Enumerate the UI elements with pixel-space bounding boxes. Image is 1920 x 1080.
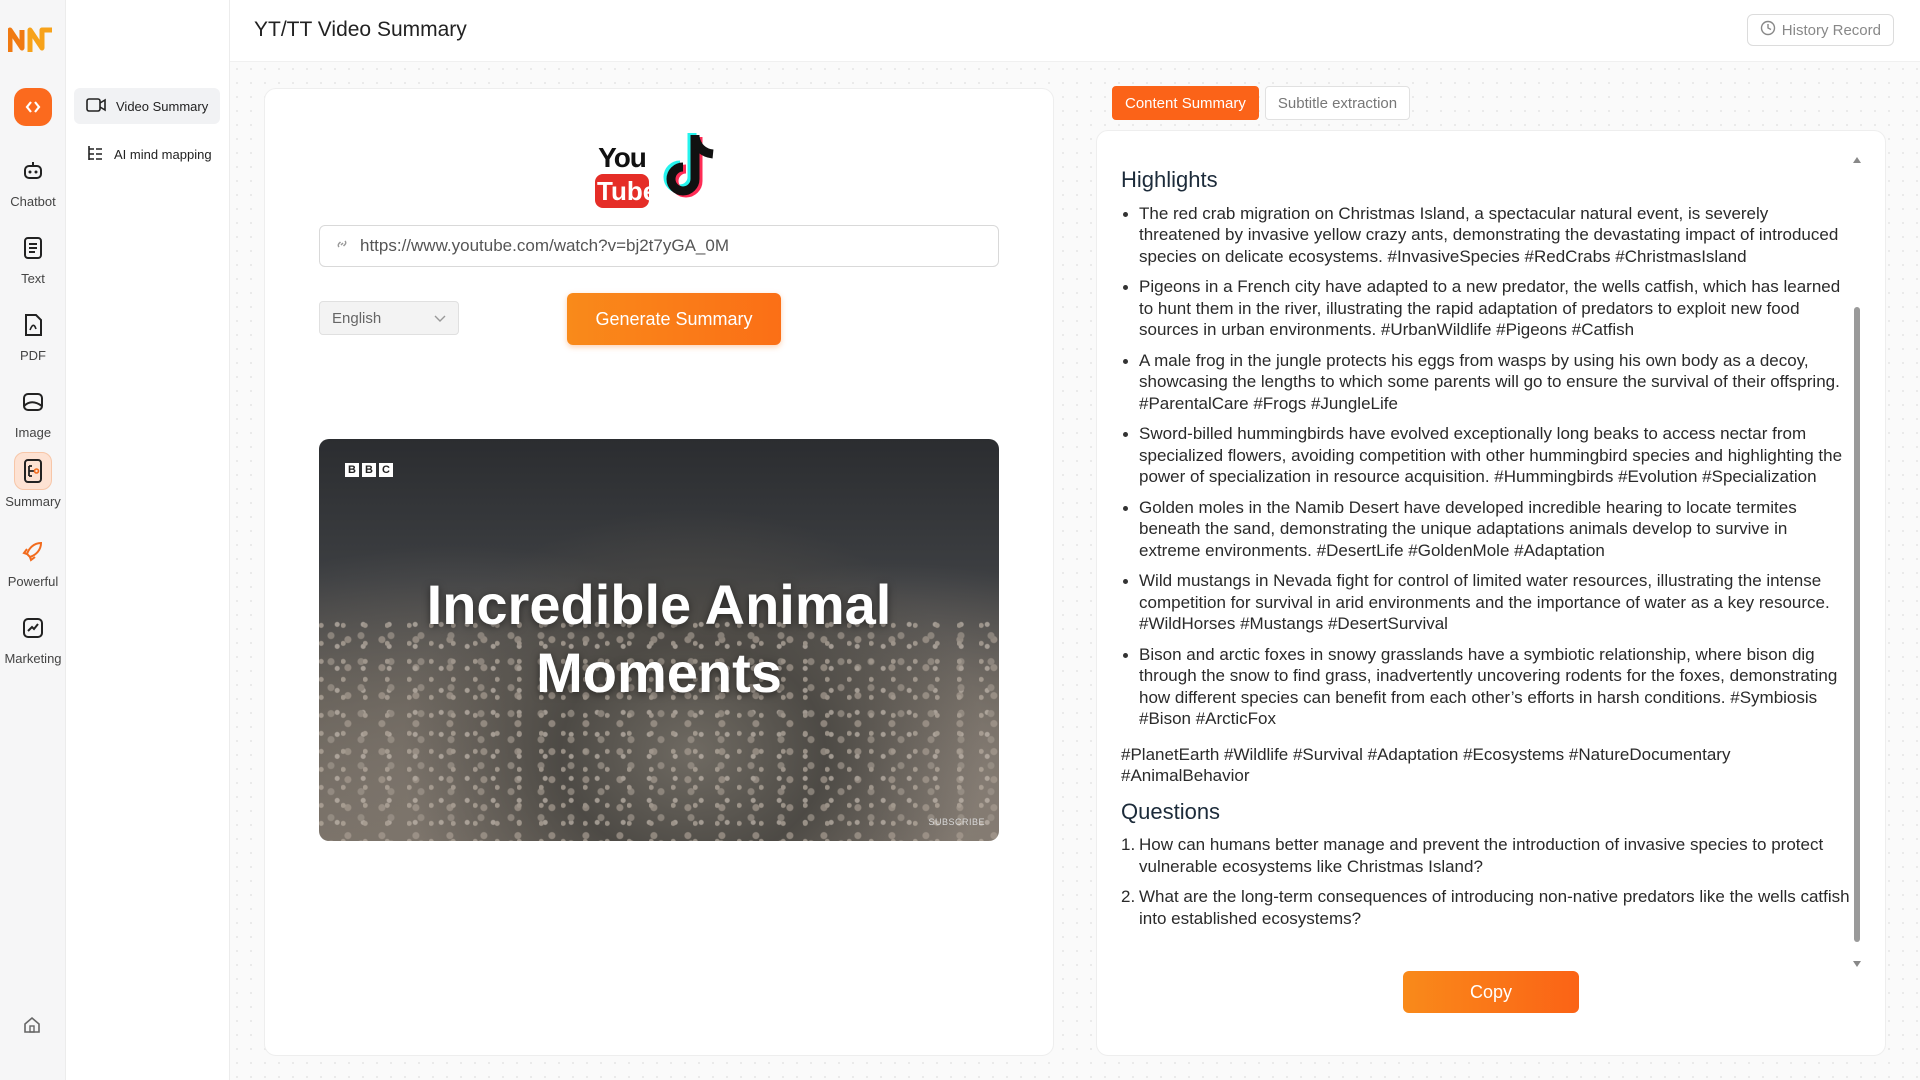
questions-list: 1. How can humans better manage and prev…	[1121, 834, 1851, 929]
copy-button[interactable]: Copy	[1403, 971, 1579, 1013]
document-icon	[14, 229, 52, 267]
highlights-list: The red crab migration on Christmas Isla…	[1121, 203, 1851, 730]
video-title: Incredible Animal Moments	[426, 573, 892, 704]
clock-icon	[1760, 20, 1776, 40]
list-item: 2. What are the long-term consequences o…	[1121, 886, 1851, 929]
rocket-icon	[14, 532, 52, 570]
highlights-heading: Highlights	[1121, 167, 1218, 192]
sidebar-item-video-summary[interactable]: Video Summary	[74, 88, 220, 124]
rail-item-label: Marketing	[4, 651, 62, 666]
history-record-button[interactable]: History Record	[1746, 14, 1894, 46]
rail-item-image[interactable]: Image	[0, 383, 66, 440]
bbc-logo: B B C	[345, 463, 393, 477]
app-logo[interactable]	[7, 22, 56, 56]
rail-item-pdf[interactable]: PDF	[0, 306, 66, 363]
list-item: Pigeons in a French city have adapted to…	[1121, 276, 1851, 341]
rail-item-powerful[interactable]: Powerful	[0, 532, 66, 589]
rail-item-label: Image	[14, 425, 52, 440]
scroll-down-icon[interactable]	[1853, 961, 1861, 967]
hashtag-line: #PlanetEarth #Wildlife #Survival #Adapta…	[1121, 744, 1731, 786]
rail-item-label: Chatbot	[10, 194, 56, 209]
collapse-icon[interactable]	[14, 88, 52, 126]
generate-summary-button[interactable]: Generate Summary	[567, 293, 781, 345]
list-item: A male frog in the jungle protects his e…	[1121, 350, 1851, 415]
video-url-input[interactable]	[360, 236, 980, 256]
workspace: You Tube English G	[230, 62, 1920, 1080]
summary-icon	[14, 452, 52, 490]
sidebar-item-label: AI mind mapping	[114, 146, 212, 162]
list-item: 1. How can humans better manage and prev…	[1121, 834, 1851, 877]
summary-scrollbar[interactable]	[1853, 157, 1861, 967]
list-item: Golden moles in the Namib Desert have de…	[1121, 497, 1851, 562]
header: YT/TT Video Summary History Record	[230, 0, 1920, 62]
video-url-field[interactable]	[319, 225, 999, 267]
video-icon	[86, 97, 106, 116]
youtube-logo: You Tube	[595, 142, 658, 208]
chevron-down-icon	[434, 310, 446, 327]
input-panel: You Tube English G	[264, 88, 1054, 1056]
summary-panel: Highlights The red crab migration on Chr…	[1096, 130, 1886, 1056]
language-select[interactable]: English	[319, 301, 459, 335]
rail-item-label: PDF	[20, 348, 46, 363]
pdf-icon	[14, 306, 52, 344]
robot-icon	[14, 152, 52, 190]
history-record-label: History Record	[1781, 21, 1881, 39]
rail-item-label: Summary	[5, 494, 61, 509]
tiktok-logo	[663, 131, 723, 208]
home-icon[interactable]	[22, 1015, 42, 1040]
link-icon	[334, 236, 350, 257]
question-number: 2.	[1121, 887, 1136, 906]
subscribe-watermark: SUBSCRIBE	[928, 817, 985, 827]
chart-icon	[14, 609, 52, 647]
result-tabs: Content Summary Subtitle extraction	[1112, 86, 1411, 120]
rail-item-summary[interactable]: Summary	[0, 452, 66, 509]
tab-subtitle-extraction[interactable]: Subtitle extraction	[1264, 86, 1411, 120]
scrollbar-thumb[interactable]	[1854, 307, 1860, 942]
sidebar-item-label: Video Summary	[116, 98, 209, 114]
tab-content-summary[interactable]: Content Summary	[1112, 86, 1259, 120]
rail-item-text[interactable]: Text	[0, 229, 66, 286]
list-item: Wild mustangs in Nevada fight for contro…	[1121, 570, 1851, 635]
image-icon	[14, 383, 52, 421]
language-value: English	[332, 309, 382, 327]
question-text: How can humans better manage and prevent…	[1139, 835, 1824, 876]
question-text: What are the long-term consequences of i…	[1139, 887, 1850, 928]
questions-heading: Questions	[1121, 798, 1221, 824]
rail-item-label: Text	[21, 271, 45, 286]
list-item: Bison and arctic foxes in snowy grasslan…	[1121, 644, 1851, 730]
rail-item-chatbot[interactable]: Chatbot	[0, 152, 66, 209]
rail-item-label: Powerful	[7, 574, 59, 589]
scroll-up-icon[interactable]	[1853, 157, 1861, 163]
page-title: YT/TT Video Summary	[254, 18, 467, 41]
platform-logos: You Tube	[595, 131, 723, 208]
list-item: The red crab migration on Christmas Isla…	[1121, 203, 1851, 268]
secondary-sidebar: Video Summary AI mind mapping	[66, 0, 230, 1080]
question-number: 1.	[1121, 835, 1136, 854]
video-thumbnail[interactable]: B B C Incredible Animal Moments SUBSCRIB…	[319, 439, 999, 841]
summary-content: Highlights The red crab migration on Chr…	[1121, 161, 1851, 961]
list-item: Sword-billed hummingbirds have evolved e…	[1121, 423, 1851, 488]
app-rail: Chatbot Text PDF Image Summary Powerful	[0, 0, 66, 1080]
rail-item-marketing[interactable]: Marketing	[0, 609, 66, 666]
mind-map-icon	[86, 144, 104, 165]
